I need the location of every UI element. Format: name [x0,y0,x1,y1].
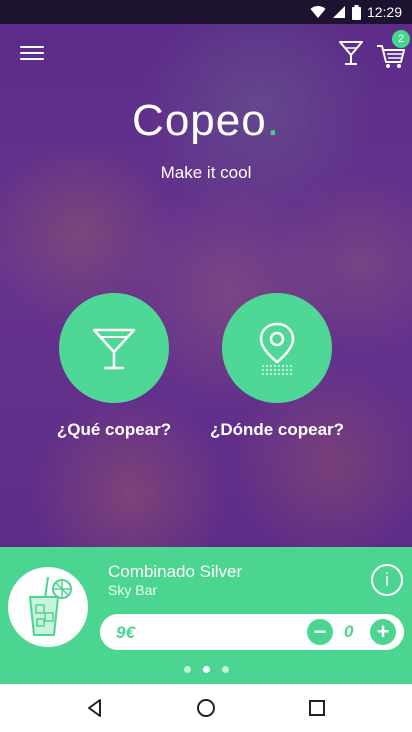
carousel-dot-active[interactable] [202,666,210,673]
price-quantity-bar: 9€ − 0 + [100,614,404,650]
donde-copear-label: ¿Dónde copear? [209,420,345,439]
brand-logo: Copeo. [0,96,412,146]
promo-card[interactable]: Combinado Silver Sky Bar i 9€ − 0 + [0,547,412,684]
android-nav-bar [0,684,412,732]
status-bar: 12:29 [0,0,412,24]
info-icon[interactable]: i [371,564,403,596]
carousel-dot[interactable] [183,666,191,673]
carousel-indicator [0,660,412,678]
que-copear-circle[interactable] [59,293,169,403]
cocktail-drink-icon [29,576,72,636]
wifi-icon [310,5,326,19]
decrease-quantity-button[interactable]: − [307,619,333,645]
brand-tagline: Make it cool [160,163,252,182]
signal-icon [332,5,346,19]
donde-copear-button[interactable]: ¿Dónde copear? [197,293,357,440]
donde-copear-circle[interactable] [222,293,332,403]
home-icon[interactable] [191,693,221,723]
cocktail-glass-icon [92,328,136,370]
que-copear-label: ¿Qué copear? [56,420,172,439]
promo-venue: Sky Bar [108,582,158,598]
back-icon[interactable] [80,693,110,723]
brand-dot: . [266,96,280,145]
drink-thumbnail[interactable] [8,567,88,647]
hamburger-menu-icon[interactable] [18,42,46,62]
cocktail-glass-icon[interactable] [336,38,366,68]
quantity-value: 0 [344,622,354,641]
hero-section: 2 Copeo. Make it cool ¿Qué copear? ¿Dónd… [0,24,412,547]
que-copear-button[interactable]: ¿Qué copear? [34,293,194,440]
battery-icon [351,4,361,20]
carousel-dot[interactable] [221,666,229,673]
brand-name: Copeo [132,96,267,145]
cart-count-badge: 2 [392,30,410,48]
promo-drink-title: Combinado Silver [108,562,243,581]
recents-icon[interactable] [302,693,332,723]
promo-price: 9€ [116,623,135,642]
map-pin-icon [259,322,295,375]
increase-quantity-button[interactable]: + [370,619,396,645]
status-time: 12:29 [366,4,402,20]
